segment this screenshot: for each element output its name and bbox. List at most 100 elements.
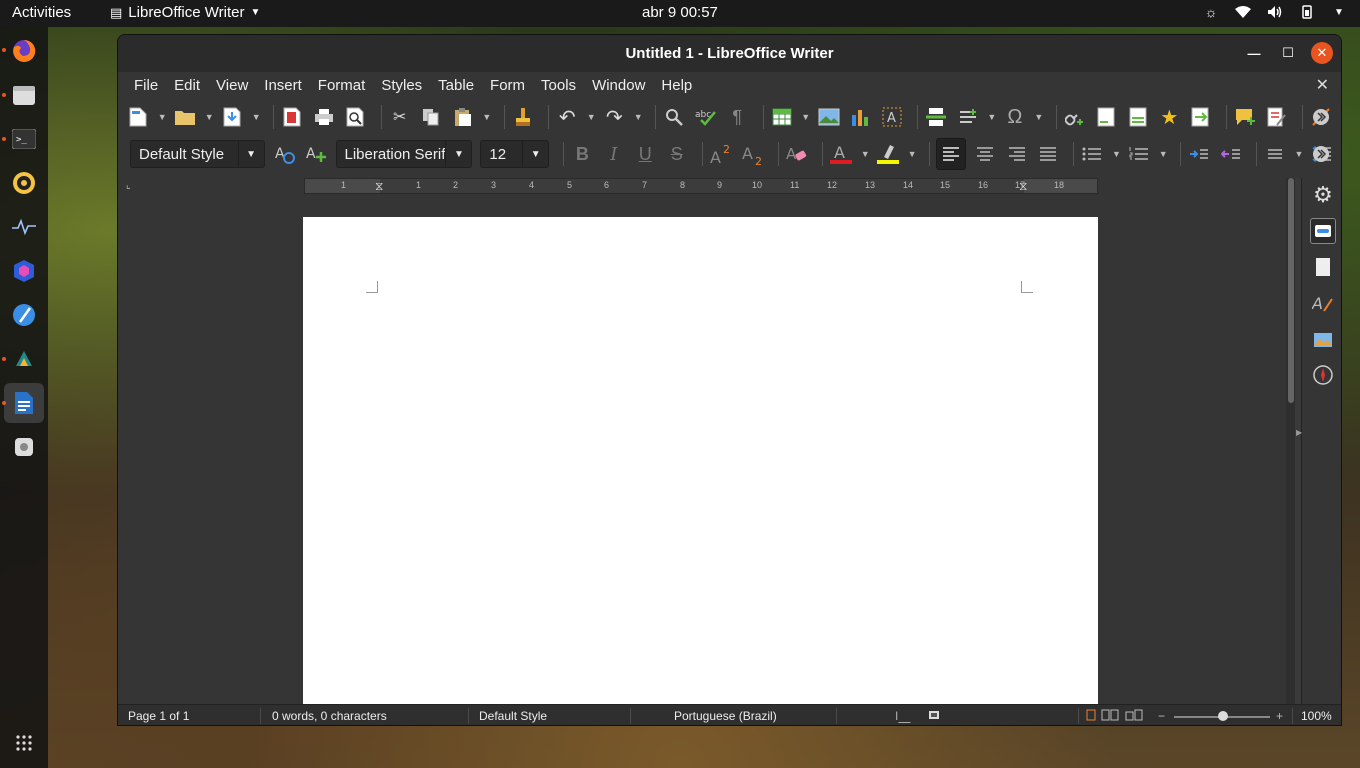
insert-cross-reference-icon[interactable]: [1189, 104, 1214, 130]
special-character-dropdown-chevron-icon[interactable]: ▼: [1034, 104, 1043, 130]
italic-icon[interactable]: I: [602, 141, 626, 167]
insert-page-break-icon[interactable]: [924, 104, 949, 130]
insert-field-icon[interactable]: [956, 104, 981, 130]
gallery-icon[interactable]: [1310, 326, 1336, 352]
superscript-icon[interactable]: A2: [709, 141, 733, 167]
save-dropdown-chevron-icon[interactable]: ▼: [252, 104, 261, 130]
insert-mode-icon[interactable]: I⎽: [895, 709, 910, 724]
menu-styles[interactable]: Styles: [373, 77, 430, 94]
clear-formatting-icon[interactable]: A: [785, 141, 809, 167]
font-name-select[interactable]: Liberation Serif ▼: [335, 140, 473, 168]
libreoffice-writer-icon[interactable]: [8, 387, 40, 419]
increase-indent-icon[interactable]: [1187, 141, 1211, 167]
single-page-view-icon[interactable]: [1086, 709, 1096, 724]
ordered-list-icon[interactable]: [1127, 141, 1151, 167]
activities-button[interactable]: Activities: [12, 4, 71, 21]
book-view-icon[interactable]: [1125, 709, 1143, 724]
maximize-button[interactable]: ☐: [1277, 42, 1299, 64]
chevron-down-icon[interactable]: ▼: [445, 141, 471, 167]
justify-icon[interactable]: [1036, 141, 1060, 167]
menu-edit[interactable]: Edit: [166, 77, 208, 94]
volume-icon[interactable]: [1266, 3, 1284, 21]
save-icon[interactable]: [220, 104, 245, 130]
strikethrough-icon[interactable]: S: [664, 141, 688, 167]
line-spacing-dropdown-chevron-icon[interactable]: ▼: [1294, 141, 1303, 167]
menu-window[interactable]: Window: [584, 77, 653, 94]
power-menu-chevron-icon[interactable]: ▼: [1330, 3, 1348, 21]
unordered-list-dropdown-chevron-icon[interactable]: ▼: [1112, 141, 1121, 167]
brightness-icon[interactable]: ☼: [1202, 3, 1220, 21]
terminal-icon[interactable]: >_: [8, 123, 40, 155]
redo-dropdown-chevron-icon[interactable]: ▼: [634, 104, 643, 130]
paragraph-style-select[interactable]: Default Style ▼: [130, 140, 265, 168]
highlight-color-icon[interactable]: [876, 141, 900, 167]
new-dropdown-chevron-icon[interactable]: ▼: [158, 104, 167, 130]
cut-icon[interactable]: ✂: [387, 104, 412, 130]
open-dropdown-chevron-icon[interactable]: ▼: [205, 104, 214, 130]
print-preview-icon[interactable]: [343, 104, 368, 130]
text-editor-icon[interactable]: [8, 299, 40, 331]
horizontal-ruler[interactable]: 1 ⧖ 1 2 3 4 5 6 7 8 9 10 11 12 13 14 15 …: [304, 178, 1098, 194]
open-folder-icon[interactable]: [173, 104, 198, 130]
insert-text-box-icon[interactable]: A: [880, 104, 905, 130]
table-dropdown-chevron-icon[interactable]: ▼: [801, 104, 810, 130]
menu-form[interactable]: Form: [482, 77, 533, 94]
highlight-dropdown-chevron-icon[interactable]: ▼: [907, 141, 917, 167]
insert-chart-icon[interactable]: [848, 104, 873, 130]
font-size-select[interactable]: 12 ▼: [480, 140, 550, 168]
zoom-slider-handle[interactable]: [1218, 711, 1228, 721]
clone-formatting-icon[interactable]: [510, 104, 535, 130]
export-pdf-icon[interactable]: [280, 104, 305, 130]
align-left-icon[interactable]: [935, 138, 966, 170]
properties-icon[interactable]: [1310, 218, 1336, 244]
insert-footnote-icon[interactable]: [1094, 104, 1119, 130]
tab-stop-selector[interactable]: ⌞: [126, 180, 131, 191]
system-tray[interactable]: ☼ ▼: [1202, 3, 1348, 21]
minimize-button[interactable]: —: [1243, 42, 1265, 64]
ordered-list-dropdown-chevron-icon[interactable]: ▼: [1159, 141, 1168, 167]
print-icon[interactable]: [311, 104, 336, 130]
track-changes-icon[interactable]: [1265, 104, 1290, 130]
align-right-icon[interactable]: [1004, 141, 1028, 167]
chevron-down-icon[interactable]: ▼: [522, 141, 548, 167]
font-color-dropdown-chevron-icon[interactable]: ▼: [861, 141, 870, 167]
menu-format[interactable]: Format: [310, 77, 374, 94]
title-bar[interactable]: Untitled 1 - LibreOffice Writer — ☐ ✕: [118, 35, 1341, 72]
cube-app-icon[interactable]: [8, 255, 40, 287]
menu-view[interactable]: View: [208, 77, 256, 94]
insert-table-icon[interactable]: [769, 104, 794, 130]
zoom-in-icon[interactable]: +: [1276, 709, 1283, 723]
insert-bookmark-icon[interactable]: ★: [1157, 104, 1182, 130]
formatting-marks-icon[interactable]: ¶: [725, 104, 750, 130]
insert-hyperlink-icon[interactable]: [1062, 104, 1087, 130]
left-indent-marker[interactable]: ⧖: [375, 179, 383, 194]
paste-dropdown-chevron-icon[interactable]: ▼: [482, 104, 491, 130]
app-menu[interactable]: ▤ LibreOffice Writer ▼: [110, 4, 260, 21]
redo-icon[interactable]: ↷: [602, 104, 627, 130]
more-formatting-options-icon[interactable]: [1308, 141, 1334, 167]
page-icon[interactable]: [1310, 254, 1336, 280]
menu-file[interactable]: File: [126, 77, 166, 94]
insert-image-icon[interactable]: [816, 104, 841, 130]
menu-table[interactable]: Table: [430, 77, 482, 94]
new-style-icon[interactable]: A: [304, 141, 328, 167]
unordered-list-icon[interactable]: [1080, 141, 1104, 167]
word-count[interactable]: 0 words, 0 characters: [272, 709, 387, 723]
special-character-icon[interactable]: Ω: [1003, 104, 1028, 130]
new-document-icon[interactable]: [126, 104, 151, 130]
bold-icon[interactable]: B: [570, 141, 594, 167]
scrollbar-thumb[interactable]: [1288, 178, 1294, 403]
document-page[interactable]: [303, 217, 1098, 717]
line-spacing-icon[interactable]: [1263, 141, 1287, 167]
page-style[interactable]: Default Style: [479, 709, 547, 723]
copy-icon[interactable]: [419, 104, 444, 130]
zoom-level[interactable]: 100%: [1301, 709, 1332, 723]
multi-page-view-icon[interactable]: [1101, 709, 1119, 724]
show-apps-icon[interactable]: [8, 727, 40, 759]
font-color-icon[interactable]: A: [829, 141, 853, 167]
underline-icon[interactable]: U: [633, 141, 657, 167]
menu-tools[interactable]: Tools: [533, 77, 584, 94]
paste-icon[interactable]: [451, 104, 476, 130]
update-style-icon[interactable]: A: [273, 141, 297, 167]
subscript-icon[interactable]: A2: [740, 141, 764, 167]
